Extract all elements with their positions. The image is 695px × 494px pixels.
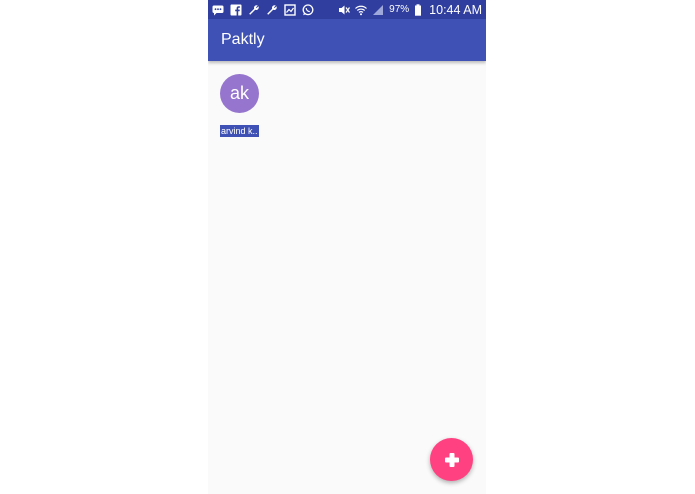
facebook-icon [230,4,242,16]
battery-icon [415,3,422,16]
plus-icon [444,452,459,467]
app-title: Paktly [221,31,265,48]
battery-percentage: 97% [389,4,410,15]
signal-icon [373,4,384,15]
wifi-icon [355,5,368,15]
mute-icon [339,5,351,14]
app-bar: Paktly [208,19,486,61]
chat-icon [212,5,224,15]
phone-screen: 97% 10:44 AM Paktly ak arvind k.. [208,0,486,494]
add-contact-button[interactable] [430,438,473,481]
status-bar: 97% 10:44 AM [208,0,486,19]
wrench-icon [267,4,277,15]
image-icon [284,3,296,16]
contact-name[interactable]: arvind k.. [220,125,259,137]
status-time: 10:44 AM [429,2,482,17]
system-indicators: 97% 10:44 AM [338,2,482,17]
contact-avatar[interactable]: ak [220,74,259,113]
whatsapp-icon [302,3,314,15]
notification-icons [212,2,320,17]
wrench-icon [249,4,259,15]
